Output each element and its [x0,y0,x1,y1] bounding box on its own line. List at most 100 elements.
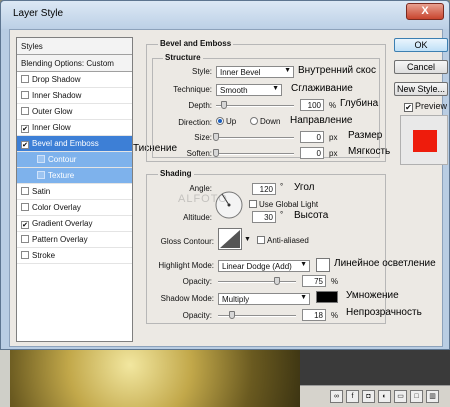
shadow-mode-dropdown[interactable]: Multiply ▼ [218,293,310,305]
technique-ru: Сглаживание [291,83,353,94]
style-dropdown[interactable]: Inner Bevel ▼ [216,66,294,78]
styles-list: Styles Blending Options: Custom Drop Sha… [16,37,133,342]
depth-slider[interactable] [216,101,294,109]
technique-value: Smooth [220,86,248,95]
style-item[interactable]: Inner Shadow [17,88,132,104]
contour-chevron-down-icon[interactable]: ▼ [244,236,251,243]
technique-dropdown[interactable]: Smooth ▼ [216,84,282,96]
checkbox-icon [257,236,265,244]
checkbox-icon[interactable]: ✔ [21,221,29,229]
depth-label: Depth: [188,101,212,110]
style-item[interactable]: Outer Glow [17,104,132,120]
checkbox-icon[interactable] [21,91,29,99]
soften-ru: Мягкость [348,146,391,157]
style-item[interactable]: Stroke [17,248,132,264]
direction-down-radio[interactable]: Down [250,117,280,126]
technique-label: Technique: [173,85,212,94]
fx-icon[interactable]: f [346,390,359,403]
highlight-opacity-thumb[interactable] [273,277,280,285]
direction-up-label: Up [226,117,237,126]
style-item[interactable]: Pattern Overlay [17,232,132,248]
global-light-label: Use Global Light [259,200,319,209]
global-light-checkbox[interactable]: Use Global Light [249,200,318,209]
highlight-opacity-input[interactable]: 75 [302,275,326,287]
folder-icon[interactable]: ▭ [394,390,407,403]
style-item-label: Texture [48,171,75,180]
style-item-label: Contour [48,155,77,164]
highlight-mode-dropdown[interactable]: Linear Dodge (Add) ▼ [218,260,310,272]
style-item[interactable]: ✔ Gradient Overlay [17,216,132,232]
size-slider[interactable] [213,133,294,141]
checkbox-icon[interactable] [21,75,29,83]
shadow-opacity-unit: % [331,311,339,320]
style-item-label: Stroke [32,251,56,260]
direction-up-radio[interactable]: Up [216,117,236,126]
checkbox-icon[interactable] [21,107,29,115]
styles-header[interactable]: Styles [17,38,132,55]
checkbox-icon[interactable] [37,171,45,179]
checkbox-icon[interactable]: ✔ [21,125,29,133]
style-item-label: Pattern Overlay [32,235,88,244]
shadow-opacity-input[interactable]: 18 [302,309,326,321]
highlight-mode-label: Highlight Mode: [158,261,214,270]
style-item[interactable]: Contour [17,152,132,168]
checkbox-icon[interactable] [21,235,29,243]
style-item-label: Bevel and Emboss [32,139,99,148]
new-style-button[interactable]: New Style... [394,82,448,96]
checkbox-icon[interactable] [21,203,29,211]
checkbox-icon[interactable]: ✔ [21,141,29,149]
checkbox-icon [249,200,257,208]
soften-slider-thumb[interactable] [213,149,219,157]
highlight-color-swatch[interactable] [316,258,330,272]
style-value: Inner Bevel [220,68,261,77]
preview-checkbox[interactable]: ✔ Preview [404,101,447,112]
structure-title: Structure [163,53,203,62]
trash-icon[interactable]: ▥ [426,390,439,403]
gloss-contour-icon[interactable] [218,228,242,250]
ok-button[interactable]: OK [394,38,448,52]
depth-input[interactable]: 100 [300,99,324,111]
soften-slider[interactable] [213,149,294,157]
adjustment-icon[interactable]: ◐ [378,390,391,403]
shadow-opacity-slider[interactable] [218,311,296,319]
soften-input[interactable]: 0 [300,147,324,159]
style-label: Style: [191,67,212,76]
new-layer-icon[interactable]: □ [410,390,423,403]
cancel-button[interactable]: Cancel [394,60,448,74]
tools-panel [0,345,10,407]
anti-aliased-checkbox[interactable]: Anti-aliased [257,236,309,245]
checkbox-icon[interactable] [21,187,29,195]
angle-input[interactable]: 120 [252,183,276,195]
style-item-label: Gradient Overlay [32,219,93,228]
style-item-label: Inner Shadow [32,91,82,100]
direction-label: Direction: [178,118,212,127]
size-slider-thumb[interactable] [213,133,219,141]
style-item[interactable]: ✔ Bevel and Emboss [17,136,132,152]
style-item[interactable]: Drop Shadow [17,72,132,88]
shadow-opacity-thumb[interactable] [229,311,236,319]
depth-ru: Глубина [340,98,379,109]
mask-icon[interactable]: ◘ [362,390,375,403]
checkbox-icon[interactable] [21,251,29,259]
soften-unit: px [329,149,338,158]
preview-check-box[interactable]: ✔ [404,103,413,112]
blending-options[interactable]: Blending Options: Custom [17,55,132,72]
style-item[interactable]: ✔ Inner Glow [17,120,132,136]
altitude-input[interactable]: 30 [252,211,276,223]
shadow-color-swatch[interactable] [316,291,338,303]
chevron-down-icon: ▼ [300,261,307,268]
style-item[interactable]: Satin [17,184,132,200]
depth-slider-thumb[interactable] [220,101,227,109]
size-input[interactable]: 0 [300,131,324,143]
highlight-opacity-slider[interactable] [218,277,296,285]
highlight-opacity-label: Opacity: [182,277,212,286]
style-item-label: Satin [32,187,51,196]
close-button[interactable]: X [406,3,444,20]
soften-label: Soften: [186,149,212,158]
direction-ru: Направление [290,115,353,126]
style-item[interactable]: Color Overlay [17,200,132,216]
preview-label: Preview [415,101,448,111]
checkbox-icon[interactable] [37,155,45,163]
style-item[interactable]: Texture [17,168,132,184]
link-icon[interactable]: ∞ [330,390,343,403]
